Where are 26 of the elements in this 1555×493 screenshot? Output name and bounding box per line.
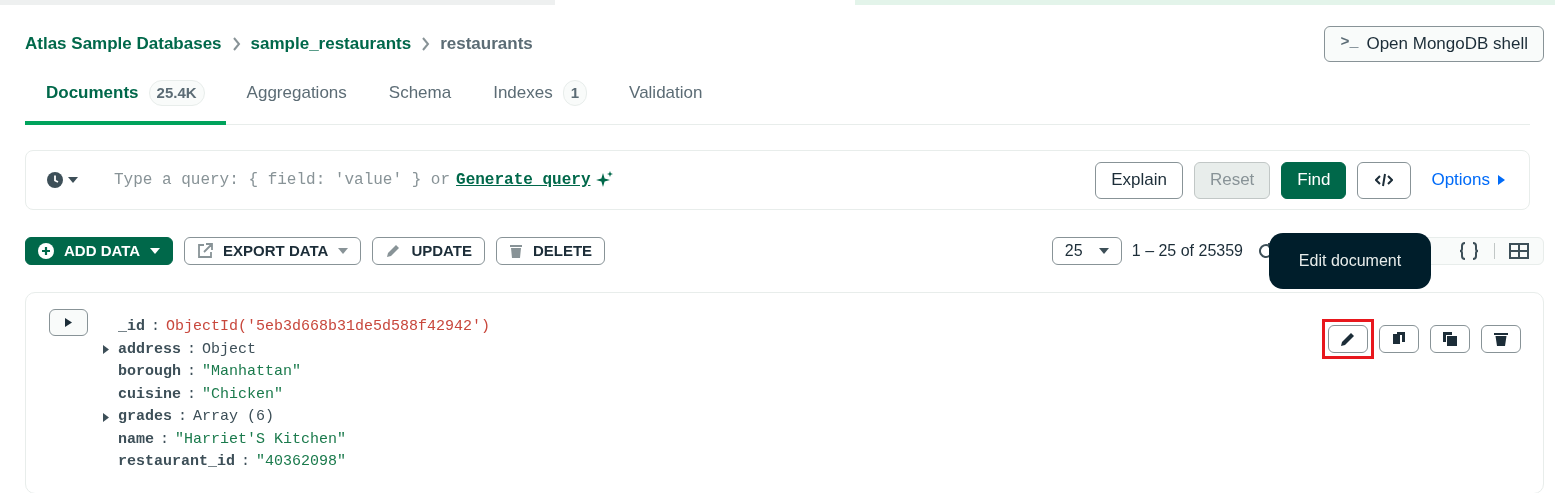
field-key: restaurant_id (118, 451, 236, 474)
colon: : (151, 317, 161, 337)
colon: : (187, 339, 197, 360)
field-value: Object (202, 339, 257, 360)
colon: : (160, 429, 170, 450)
field-key: cuisine (118, 383, 181, 406)
field-key: grades (118, 406, 172, 429)
field-value: "Manhattan" (202, 362, 302, 382)
tooltip: Edit document (1269, 233, 1431, 289)
field-value: "Chicken" (202, 384, 284, 405)
field-value: ObjectId('5eb3d668b31de5d588f42942') (166, 317, 491, 337)
colon: : (187, 384, 197, 405)
colon: : (241, 452, 251, 472)
count-badge: 1 (562, 79, 588, 107)
count-badge: 25.4K (148, 79, 205, 107)
field-key: address (118, 338, 181, 361)
field-key: name (118, 428, 154, 451)
field-key: _id (118, 316, 145, 339)
pagination-range: 1 – 25 of 25359 (1131, 241, 1243, 261)
terminal-icon: >_ (1340, 32, 1359, 55)
colon: : (187, 362, 197, 382)
colon: : (178, 407, 188, 427)
field-value: "40362098" (256, 452, 347, 472)
field-value: "Harriet'S Kitchen" (175, 429, 347, 450)
field-value: Array (6) (193, 407, 275, 427)
field-key: borough (118, 361, 181, 384)
